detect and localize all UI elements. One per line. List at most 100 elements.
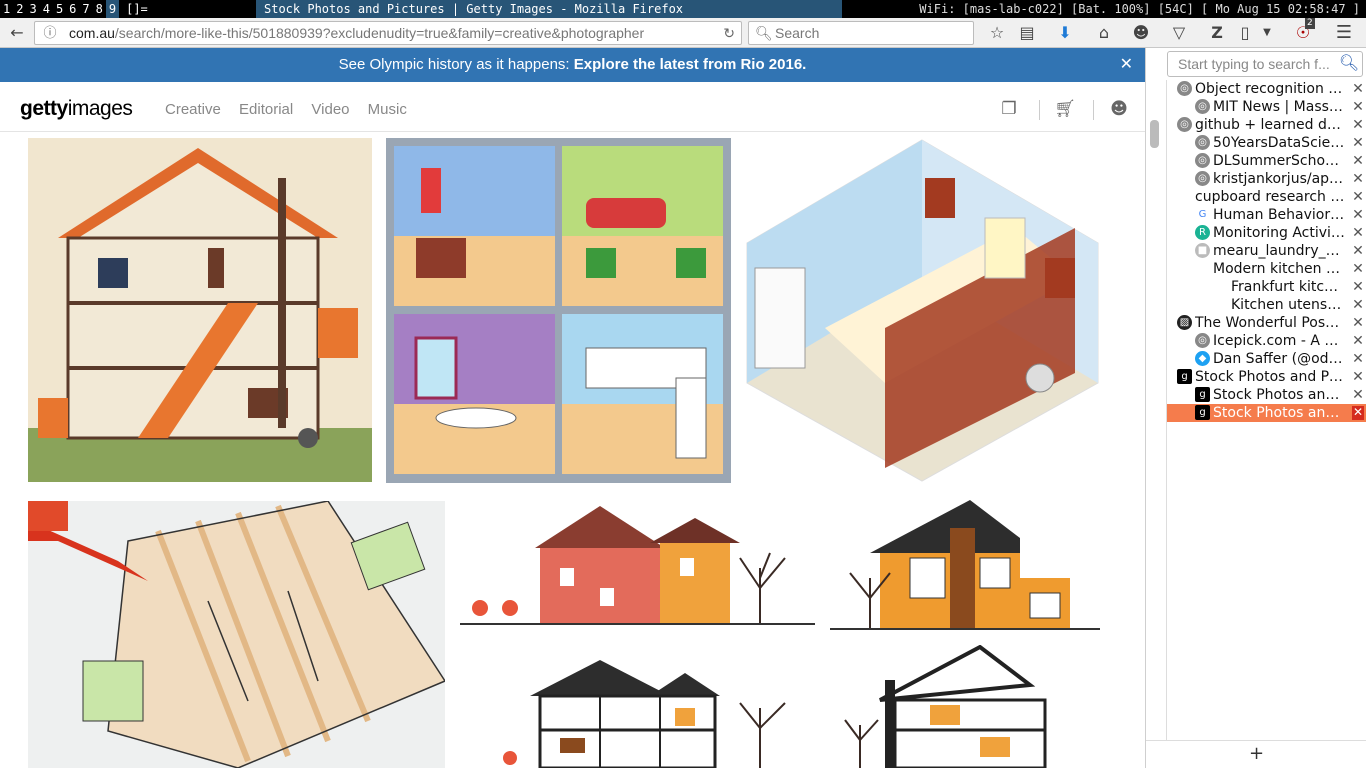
url-bar[interactable]: ⓘ com.au/search/more-like-this/501880939… [34, 21, 742, 45]
tab-item[interactable]: ◆ Dan Saffer (@oda... ✕ [1167, 350, 1366, 368]
close-tab-icon[interactable]: ✕ [1352, 350, 1364, 368]
user-icon[interactable]: ☻ [1108, 98, 1130, 120]
workspace-3[interactable]: 3 [26, 0, 39, 18]
globe-icon: ◎ [1177, 81, 1192, 96]
workspace-2[interactable]: 2 [13, 0, 26, 18]
tab-title: Object recognition fo... [1195, 81, 1345, 97]
scrollbar-thumb[interactable] [1150, 120, 1159, 148]
tab-title: Stock Photos and Pic... [1195, 369, 1345, 385]
tab-item[interactable]: cupboard research - ... ✕ [1167, 188, 1366, 206]
tab-filter-input[interactable]: Start typing to search f... 🔍︎ [1167, 51, 1363, 77]
workspace-1[interactable]: 1 [0, 0, 13, 18]
result-image-floorplan-sketch[interactable] [28, 501, 445, 768]
nav-editorial[interactable]: Editorial [239, 101, 293, 118]
tab-item[interactable]: g Stock Photos and ... ✕ [1167, 404, 1366, 422]
tab-item[interactable]: Modern kitchen g... ✕ [1167, 260, 1366, 278]
close-tab-icon[interactable]: ✕ [1352, 98, 1364, 116]
workspace-6[interactable]: 6 [66, 0, 79, 18]
close-tab-icon[interactable]: ✕ [1352, 188, 1364, 206]
tab-item[interactable]: ◎ github + learned dee... ✕ [1167, 116, 1366, 134]
page-icon[interactable]: ▯ [1234, 22, 1256, 44]
getty-logo[interactable]: gettyimages [20, 97, 133, 121]
banner-link[interactable]: Explore the latest from Rio 2016. [574, 56, 807, 73]
home-icon[interactable]: ⌂ [1093, 22, 1115, 44]
pocket-icon[interactable]: ▽ [1168, 22, 1190, 44]
nav-music[interactable]: Music [368, 101, 407, 118]
twitter-icon: ◆ [1195, 351, 1210, 366]
menu-icon[interactable]: ☰ [1333, 22, 1355, 44]
new-tab-button[interactable]: + [1146, 740, 1366, 769]
close-tab-icon[interactable]: ✕ [1352, 80, 1364, 98]
sidebar-scrollbar[interactable] [1147, 80, 1161, 766]
tab-title: Human Behavior ... [1213, 207, 1345, 223]
close-tab-icon[interactable]: ✕ [1352, 406, 1364, 420]
tab-item[interactable]: R Monitoring Activit... ✕ [1167, 224, 1366, 242]
tab-item[interactable]: g Stock Photos and ... ✕ [1167, 386, 1366, 404]
result-image-isometric-kitchen[interactable] [745, 138, 1100, 483]
close-tab-icon[interactable]: ✕ [1352, 116, 1364, 134]
tab-item[interactable]: ◎ Icepick.com - A 1... ✕ [1167, 332, 1366, 350]
globe-icon: ◎ [1195, 135, 1210, 150]
star-icon[interactable]: ☆ [986, 22, 1008, 44]
chat-icon[interactable]: ☻ [1130, 22, 1152, 44]
workspace-5[interactable]: 5 [53, 0, 66, 18]
tab-item[interactable]: g Stock Photos and Pic... ✕ [1167, 368, 1366, 386]
close-tab-icon[interactable]: ✕ [1352, 278, 1364, 296]
search-input[interactable]: 🔍︎ Search [748, 21, 974, 45]
close-tab-icon[interactable]: ✕ [1352, 314, 1364, 332]
tab-title: 50YearsDataScien... [1213, 135, 1345, 151]
close-tab-icon[interactable]: ✕ [1352, 368, 1364, 386]
result-image-house-cutaway[interactable] [28, 138, 372, 482]
getty-icon: g [1195, 387, 1210, 402]
tab-item[interactable]: ◎ kristjankorjus/app... ✕ [1167, 170, 1366, 188]
workspace-4[interactable]: 4 [40, 0, 53, 18]
close-tab-icon[interactable]: ✕ [1352, 386, 1364, 404]
result-image-brick-house[interactable] [460, 498, 815, 630]
tab-item[interactable]: ◎ DLSummerSchool... ✕ [1167, 152, 1366, 170]
cart-icon[interactable]: 🛒︎ [1054, 98, 1076, 120]
globe-icon: ◎ [1195, 171, 1210, 186]
close-tab-icon[interactable]: ✕ [1352, 296, 1364, 314]
tab-item[interactable]: ▨ The Wonderful Possi... ✕ [1167, 314, 1366, 332]
tab-title: MIT News | Massa... [1213, 99, 1345, 115]
reader-icon[interactable]: ▤ [1016, 22, 1038, 44]
researchgate-icon: R [1195, 225, 1210, 240]
workspace-9[interactable]: 9 [105, 0, 120, 18]
info-icon[interactable]: ⓘ [41, 22, 59, 44]
chevron-down-icon[interactable]: ▼ [1256, 22, 1278, 44]
close-tab-icon[interactable]: ✕ [1352, 134, 1364, 152]
zotero-icon[interactable]: Z [1206, 22, 1228, 44]
result-image-house-cross-section[interactable] [500, 648, 815, 768]
tab-item[interactable]: ◎ Object recognition fo... ✕ [1167, 80, 1366, 98]
browser-toolbar: ← ⓘ com.au/search/more-like-this/5018809… [0, 18, 1366, 48]
result-image-modern-house[interactable] [830, 498, 1100, 633]
tab-item[interactable]: ■ mearu_laundry_d... ✕ [1167, 242, 1366, 260]
tab-item[interactable]: Frankfurt kitch... ✕ [1167, 278, 1366, 296]
workspace-8[interactable]: 8 [93, 0, 106, 18]
result-image-modern-cross-section[interactable] [840, 645, 1100, 768]
result-image-rooms-grid[interactable] [386, 138, 731, 483]
close-tab-icon[interactable]: ✕ [1352, 206, 1364, 224]
download-icon[interactable]: ⬇ [1054, 22, 1076, 44]
nav-creative[interactable]: Creative [165, 101, 221, 118]
tab-item[interactable]: Kitchen utensil ... ✕ [1167, 296, 1366, 314]
workspace-7[interactable]: 7 [79, 0, 92, 18]
page-content: See Olympic history as it happens: Explo… [0, 48, 1145, 768]
close-icon[interactable]: ✕ [1120, 48, 1133, 82]
promo-banner[interactable]: See Olympic history as it happens: Explo… [0, 48, 1145, 82]
tab-item[interactable]: ◎ 50YearsDataScien... ✕ [1167, 134, 1366, 152]
back-icon[interactable]: ← [6, 22, 28, 44]
close-tab-icon[interactable]: ✕ [1352, 170, 1364, 188]
close-tab-icon[interactable]: ✕ [1352, 332, 1364, 350]
reload-icon[interactable]: ↻ [723, 22, 735, 44]
nav-video[interactable]: Video [311, 101, 349, 118]
close-tab-icon[interactable]: ✕ [1352, 152, 1364, 170]
boards-icon[interactable]: ❐ [998, 98, 1020, 120]
close-tab-icon[interactable]: ✕ [1352, 242, 1364, 260]
close-tab-icon[interactable]: ✕ [1352, 224, 1364, 242]
ublock-icon[interactable]: ☉ 2 [1292, 18, 1315, 44]
tab-item[interactable]: ◎ MIT News | Massa... ✕ [1167, 98, 1366, 116]
search-icon[interactable]: 🔍︎ [1338, 53, 1360, 75]
close-tab-icon[interactable]: ✕ [1352, 260, 1364, 278]
tab-item[interactable]: G Human Behavior ... ✕ [1167, 206, 1366, 224]
